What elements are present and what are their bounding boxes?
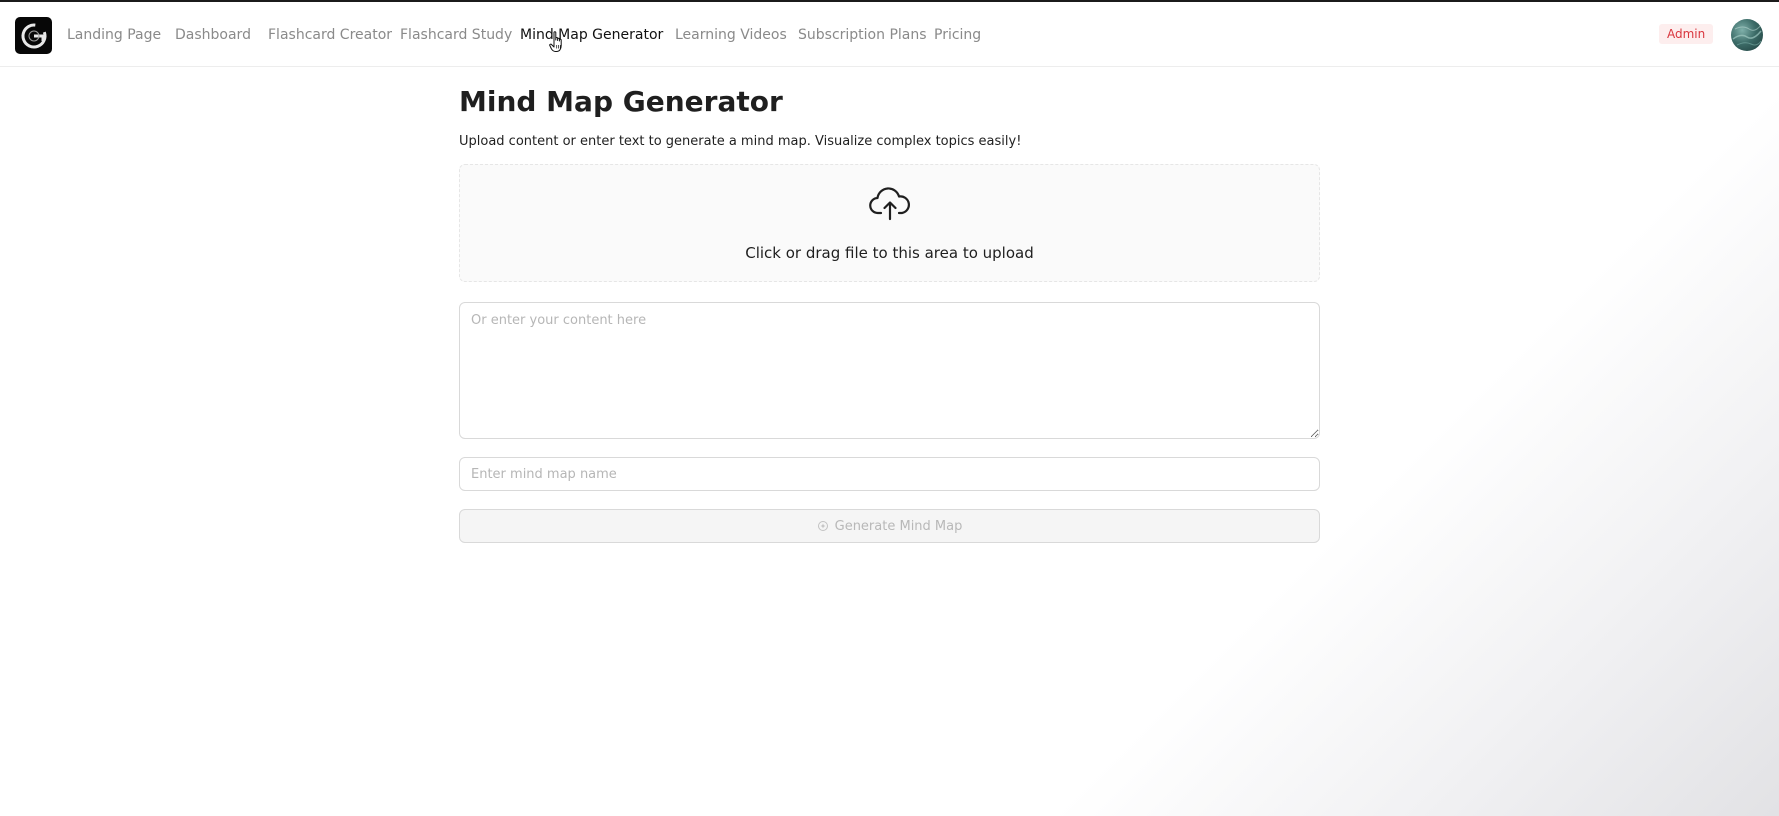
nav-item-subscription-plans[interactable]: Subscription Plans bbox=[798, 26, 927, 44]
generate-mind-map-button[interactable]: Generate Mind Map bbox=[459, 509, 1320, 543]
brand-logo-icon bbox=[21, 23, 46, 48]
nav-item-learning-videos[interactable]: Learning Videos bbox=[675, 26, 787, 44]
generate-button-label: Generate Mind Map bbox=[834, 518, 963, 534]
nav-item-dashboard[interactable]: Dashboard bbox=[175, 26, 251, 44]
nav-item-mind-map-generator[interactable]: Mind Map Generator bbox=[520, 26, 663, 44]
user-avatar[interactable] bbox=[1731, 19, 1763, 51]
sparkle-icon bbox=[817, 521, 828, 531]
top-navbar: Landing Page Dashboard Flashcard Creator… bbox=[0, 2, 1779, 67]
nav-item-flashcard-study[interactable]: Flashcard Study bbox=[400, 26, 512, 44]
nav-item-landing-page[interactable]: Landing Page bbox=[67, 26, 161, 44]
content-textarea[interactable] bbox=[459, 302, 1320, 439]
nav-item-flashcard-creator[interactable]: Flashcard Creator bbox=[268, 26, 392, 44]
page-subtitle: Upload content or enter text to generate… bbox=[459, 134, 1022, 149]
upload-hint-text: Click or drag file to this area to uploa… bbox=[745, 244, 1034, 262]
nav-item-pricing[interactable]: Pricing bbox=[934, 26, 981, 44]
brand-logo[interactable] bbox=[15, 17, 52, 54]
file-upload-dropzone[interactable]: Click or drag file to this area to uploa… bbox=[459, 164, 1320, 282]
hand-cursor-icon bbox=[549, 31, 562, 52]
cloud-upload-icon bbox=[869, 187, 910, 221]
avatar-image-icon bbox=[1732, 24, 1762, 46]
top-border bbox=[0, 0, 1779, 2]
mind-map-name-input[interactable] bbox=[459, 457, 1320, 491]
page-title: Mind Map Generator bbox=[459, 85, 783, 118]
admin-badge: Admin bbox=[1659, 24, 1714, 44]
